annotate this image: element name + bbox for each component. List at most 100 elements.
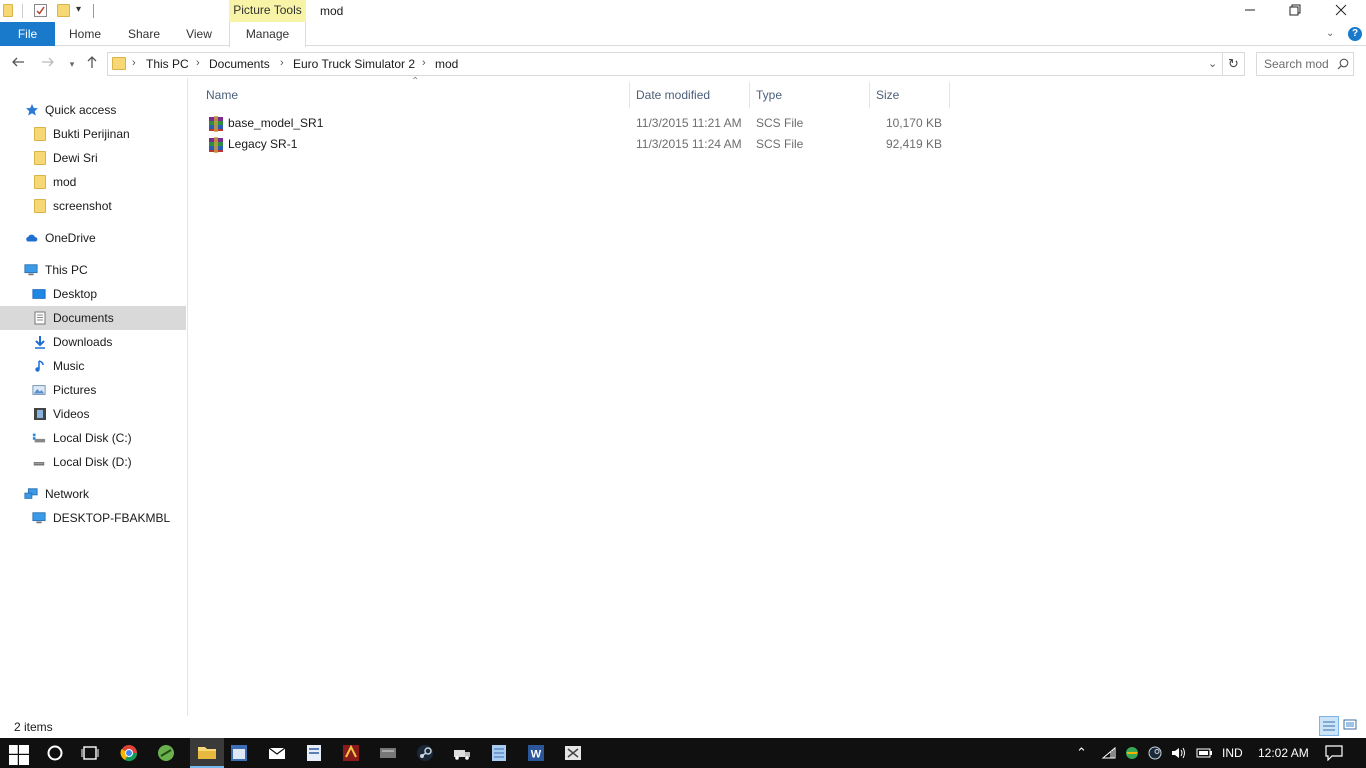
windows-start-icon[interactable] (9, 745, 29, 765)
network-tray-icon[interactable] (1124, 745, 1140, 761)
sidebar-item-desktop[interactable]: Desktop (0, 282, 186, 306)
refresh-button[interactable]: ↻ (1223, 52, 1245, 76)
close-button[interactable] (1318, 0, 1364, 22)
cortana-search-icon[interactable] (45, 743, 65, 763)
disk-app-icon[interactable] (378, 743, 398, 763)
sidebar-item-mod[interactable]: mod (0, 170, 186, 194)
help-icon[interactable]: ? (1348, 27, 1362, 41)
notes-icon[interactable] (489, 743, 509, 763)
column-header-type[interactable]: Type (750, 82, 870, 108)
tab-file[interactable]: File (0, 22, 55, 46)
sidebar-item-local-disk-d[interactable]: Local Disk (D:) (0, 450, 186, 474)
sidebar-item-bukti-perijinan[interactable]: Bukti Perijinan (0, 122, 186, 146)
wifi-icon[interactable] (1101, 746, 1117, 760)
sidebar-item-label: Documents (53, 311, 114, 325)
file-name: base_model_SR1 (228, 116, 324, 130)
document-app-icon[interactable] (304, 743, 324, 763)
breadcrumb-separator[interactable]: › (196, 57, 200, 69)
file-size: 92,419 KB (885, 137, 942, 151)
breadcrumb-separator[interactable]: › (280, 57, 284, 69)
sidebar-item-screenshot[interactable]: screenshot (0, 194, 186, 218)
customize-quick-access-icon[interactable]: ▾ (76, 4, 81, 15)
column-header-size[interactable]: Size (870, 82, 950, 108)
folder-icon (3, 4, 13, 17)
sidebar-item-videos[interactable]: Videos (0, 402, 186, 426)
videos-icon (34, 408, 46, 420)
tab-view[interactable]: View (178, 22, 220, 46)
breadcrumb-separator[interactable]: › (422, 57, 426, 69)
input-language-indicator[interactable]: IND (1222, 738, 1243, 768)
chrome-icon[interactable] (119, 743, 139, 763)
table-row[interactable]: Legacy SR-1 11/3/2015 11:24 AM SCS File … (200, 134, 950, 155)
tools-app-icon[interactable] (563, 743, 583, 763)
game-icon[interactable] (341, 743, 361, 763)
sidebar-item-label: Bukti Perijinan (53, 127, 130, 141)
breadcrumb-euro-truck-simulator-2[interactable]: Euro Truck Simulator 2 (293, 57, 415, 71)
mail-icon[interactable] (267, 743, 287, 763)
address-bar[interactable]: › This PC › Documents › Euro Truck Simul… (107, 52, 1223, 76)
breadcrumb-documents[interactable]: Documents (209, 57, 270, 71)
address-dropdown-icon[interactable]: ⌄ (1208, 57, 1217, 70)
sidebar-item-downloads[interactable]: Downloads (0, 330, 186, 354)
sidebar-item-label: Dewi Sri (53, 151, 98, 165)
column-header-name[interactable]: Name (200, 82, 630, 108)
sidebar-item-desktop-fbakmbl[interactable]: DESKTOP-FBAKMBL (0, 506, 186, 530)
expand-ribbon-icon[interactable]: ⌄ (1326, 28, 1334, 39)
breadcrumb-this-pc[interactable]: This PC (146, 57, 189, 71)
sidebar-item-network[interactable]: Network (0, 482, 186, 506)
details-view-button[interactable] (1319, 716, 1339, 736)
tab-share[interactable]: Share (122, 22, 166, 46)
file-type: SCS File (756, 116, 804, 130)
green-app-icon[interactable] (156, 743, 176, 763)
action-center-icon[interactable] (1325, 745, 1343, 761)
sidebar-item-quick-access[interactable]: Quick access (0, 98, 186, 122)
search-box[interactable] (1256, 52, 1354, 76)
drive-icon (33, 462, 45, 466)
task-view-icon[interactable] (80, 743, 100, 763)
minimize-button[interactable] (1227, 0, 1273, 22)
sidebar-item-local-disk-c[interactable]: Local Disk (C:) (0, 426, 186, 450)
sidebar-item-this-pc[interactable]: This PC (0, 258, 186, 282)
sidebar-item-dewi-sri[interactable]: Dewi Sri (0, 146, 186, 170)
back-button[interactable] (8, 54, 28, 74)
sidebar-item-music[interactable]: Music (0, 354, 186, 378)
word-icon[interactable]: W (526, 743, 546, 763)
file-explorer-taskbar-button[interactable] (190, 738, 224, 768)
forward-button[interactable] (38, 54, 58, 74)
sidebar-item-label: Videos (53, 407, 90, 421)
battery-icon[interactable] (1196, 747, 1212, 759)
steam-icon[interactable] (415, 743, 435, 763)
divider (93, 4, 94, 18)
sidebar-item-documents[interactable]: Documents (0, 306, 186, 330)
folder-icon (34, 199, 46, 213)
archive-file-icon (209, 137, 223, 153)
breadcrumb-separator[interactable]: › (132, 57, 136, 69)
sidebar-item-onedrive[interactable]: OneDrive (0, 226, 186, 250)
show-hidden-icons-button[interactable]: ⌃ (1076, 738, 1087, 768)
tab-home[interactable]: Home (62, 22, 108, 46)
svg-text:W: W (531, 749, 542, 761)
table-row[interactable]: base_model_SR1 11/3/2015 11:21 AM SCS Fi… (200, 113, 950, 134)
column-header-date-modified[interactable]: Date modified (630, 82, 750, 108)
recent-locations-icon[interactable]: ▾ (62, 54, 82, 74)
file-date: 11/3/2015 11:24 AM (636, 137, 742, 151)
breadcrumb-mod[interactable]: mod (435, 57, 458, 71)
sidebar-item-pictures[interactable]: Pictures (0, 378, 186, 402)
properties-icon[interactable] (34, 4, 47, 17)
volume-icon[interactable] (1170, 746, 1186, 760)
download-icon (35, 336, 45, 349)
sidebar-item-label: Network (45, 487, 90, 501)
file-name: Legacy SR-1 (228, 137, 298, 151)
tab-manage[interactable]: Manage (229, 22, 306, 47)
restore-button[interactable] (1272, 0, 1318, 22)
large-icons-view-button[interactable] (1341, 716, 1361, 736)
up-button[interactable] (82, 54, 102, 74)
clock[interactable]: 12:02 AM (1258, 738, 1309, 768)
app-window-icon[interactable] (229, 743, 249, 763)
sidebar-item-label: This PC (45, 263, 88, 277)
new-folder-icon[interactable] (57, 4, 70, 17)
steam-tray-icon[interactable] (1147, 745, 1163, 761)
file-type: SCS File (756, 137, 804, 151)
search-input[interactable] (1264, 54, 1338, 74)
truck-game-icon[interactable] (452, 743, 472, 763)
